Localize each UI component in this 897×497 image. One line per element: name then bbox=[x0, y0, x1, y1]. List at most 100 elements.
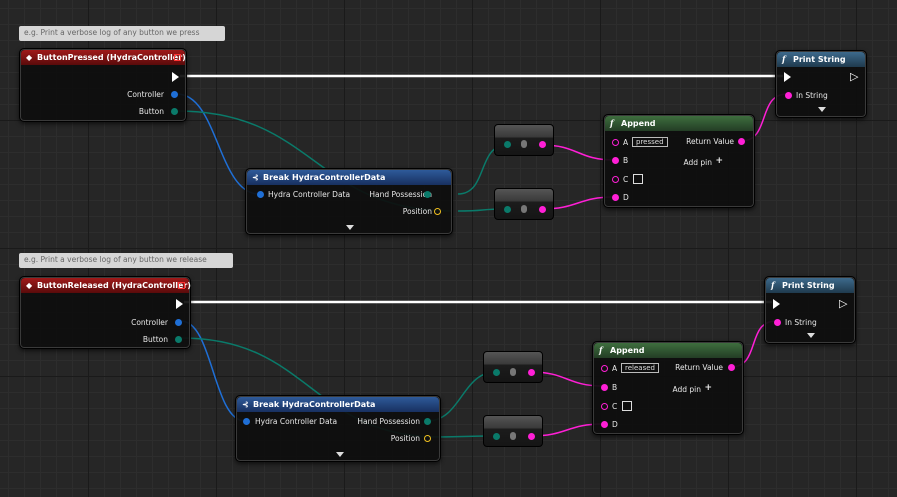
hydra-data-in-pin[interactable] bbox=[257, 191, 264, 198]
expand-arrow-icon[interactable] bbox=[818, 107, 826, 112]
append-a-input[interactable]: released bbox=[621, 363, 659, 373]
button-out-pin[interactable] bbox=[171, 108, 178, 115]
append-node-title: Append bbox=[621, 119, 656, 128]
exec-out-pin[interactable] bbox=[176, 299, 183, 309]
hand-possession-out-pin[interactable] bbox=[424, 191, 431, 198]
position-out-pin[interactable] bbox=[424, 435, 431, 442]
reroute-knot-icon bbox=[521, 140, 527, 148]
hand-possession-label: Hand Possession bbox=[357, 417, 420, 426]
reroute-node-3[interactable] bbox=[483, 351, 543, 383]
button-out-pin[interactable] bbox=[175, 336, 182, 343]
event-node-header: ◆ ButtonPressed (HydraController) bbox=[21, 50, 186, 65]
hand-possession-label: Hand Possession bbox=[369, 190, 432, 199]
function-f-icon: f bbox=[599, 345, 603, 355]
button-pin-label: Button bbox=[138, 107, 164, 116]
event-node-button-pressed[interactable]: ◆ ButtonPressed (HydraController) Contro… bbox=[19, 48, 187, 122]
append-b-pin[interactable] bbox=[612, 157, 619, 164]
append-c-pin[interactable] bbox=[612, 176, 619, 183]
break-node-header: ⊰ Break HydraControllerData bbox=[237, 397, 439, 412]
position-label: Position bbox=[402, 207, 432, 216]
position-out-pin[interactable] bbox=[434, 208, 441, 215]
in-string-label: In String bbox=[785, 318, 817, 327]
append-node-2[interactable]: f Append A released B C D Return Value A… bbox=[592, 341, 744, 435]
break-node-header: ⊰ Break HydraControllerData bbox=[247, 170, 451, 185]
break-struct-icon: ⊰ bbox=[252, 173, 259, 182]
append-c-label: C bbox=[623, 175, 629, 184]
hydra-data-label: Hydra Controller Data bbox=[268, 190, 351, 199]
append-d-pin[interactable] bbox=[612, 194, 619, 201]
exec-in-pin[interactable] bbox=[773, 299, 780, 309]
append-node-header: f Append bbox=[594, 343, 742, 358]
reroute-in-pin[interactable] bbox=[504, 141, 511, 148]
append-a-pin[interactable] bbox=[601, 365, 608, 372]
exec-in-pin[interactable] bbox=[784, 72, 791, 82]
append-c-pin[interactable] bbox=[601, 403, 608, 410]
print-node-header: f Print String bbox=[766, 278, 854, 293]
break-struct-icon: ⊰ bbox=[242, 400, 249, 409]
break-node-2[interactable]: ⊰ Break HydraControllerData Hydra Contro… bbox=[235, 395, 441, 462]
break-node-title: Break HydraControllerData bbox=[263, 173, 386, 182]
exec-out-pin[interactable]: ▷ bbox=[839, 298, 847, 309]
controller-out-pin[interactable] bbox=[175, 319, 182, 326]
hand-possession-out-pin[interactable] bbox=[424, 418, 431, 425]
append-c-input[interactable] bbox=[633, 174, 643, 184]
append-a-label: A bbox=[612, 364, 618, 373]
delegate-pin-icon[interactable] bbox=[178, 282, 185, 289]
return-value-out-pin[interactable] bbox=[728, 364, 735, 371]
append-a-input[interactable]: pressed bbox=[632, 137, 668, 147]
append-a-label: A bbox=[623, 138, 629, 147]
event-node-button-released[interactable]: ◆ ButtonReleased (HydraController) Contr… bbox=[19, 276, 191, 349]
print-string-node-2[interactable]: f Print String ▷ In String bbox=[764, 276, 856, 344]
reroute-out-pin[interactable] bbox=[528, 433, 535, 440]
reroute-out-pin[interactable] bbox=[528, 369, 535, 376]
return-value-label: Return Value bbox=[686, 137, 734, 146]
reroute-out-pin[interactable] bbox=[539, 206, 546, 213]
reroute-node-1[interactable] bbox=[494, 124, 554, 156]
exec-out-pin[interactable]: ▷ bbox=[850, 71, 858, 82]
reroute-knot-icon bbox=[521, 205, 527, 213]
event-diamond-icon: ◆ bbox=[26, 53, 33, 62]
reroute-in-pin[interactable] bbox=[493, 369, 500, 376]
print-string-node-1[interactable]: f Print String ▷ In String bbox=[775, 50, 867, 118]
append-c-label: C bbox=[612, 402, 618, 411]
append-b-pin[interactable] bbox=[601, 384, 608, 391]
in-string-label: In String bbox=[796, 91, 828, 100]
event-node-header: ◆ ButtonReleased (HydraController) bbox=[21, 278, 191, 293]
delegate-pin-icon[interactable] bbox=[174, 54, 181, 61]
plus-icon[interactable]: + bbox=[715, 157, 723, 166]
return-value-label: Return Value bbox=[675, 363, 723, 372]
blueprint-graph-canvas[interactable]: e.g. Print a verbose log of any button w… bbox=[0, 0, 897, 497]
append-b-label: B bbox=[612, 383, 618, 392]
exec-out-pin[interactable] bbox=[172, 72, 179, 82]
controller-out-pin[interactable] bbox=[171, 91, 178, 98]
add-pin-label[interactable]: Add pin bbox=[683, 158, 712, 167]
break-node-1[interactable]: ⊰ Break HydraControllerData Hydra Contro… bbox=[245, 168, 453, 235]
expand-arrow-icon[interactable] bbox=[346, 225, 354, 230]
return-value-out-pin[interactable] bbox=[738, 138, 745, 145]
expand-arrow-icon[interactable] bbox=[807, 333, 815, 338]
append-node-1[interactable]: f Append A pressed B C D Return Value Ad… bbox=[603, 114, 755, 208]
event-diamond-icon: ◆ bbox=[26, 281, 33, 290]
in-string-pin[interactable] bbox=[774, 319, 781, 326]
append-a-pin[interactable] bbox=[612, 139, 619, 146]
append-d-label: D bbox=[612, 420, 618, 429]
controller-pin-label: Controller bbox=[127, 90, 164, 99]
function-f-icon: f bbox=[782, 54, 786, 64]
comment-bubble[interactable]: e.g. Print a verbose log of any button w… bbox=[19, 26, 225, 41]
reroute-node-2[interactable] bbox=[494, 188, 554, 220]
in-string-pin[interactable] bbox=[785, 92, 792, 99]
expand-arrow-icon[interactable] bbox=[336, 452, 344, 457]
append-d-pin[interactable] bbox=[601, 421, 608, 428]
button-pin-label: Button bbox=[142, 335, 168, 344]
reroute-out-pin[interactable] bbox=[539, 141, 546, 148]
reroute-in-pin[interactable] bbox=[493, 433, 500, 440]
break-node-title: Break HydraControllerData bbox=[253, 400, 376, 409]
plus-icon[interactable]: + bbox=[704, 384, 712, 393]
reroute-node-4[interactable] bbox=[483, 415, 543, 447]
append-c-input[interactable] bbox=[622, 401, 632, 411]
hydra-data-in-pin[interactable] bbox=[243, 418, 250, 425]
comment-bubble[interactable]: e.g. Print a verbose log of any button w… bbox=[19, 253, 233, 268]
reroute-in-pin[interactable] bbox=[504, 206, 511, 213]
event-node-title: ButtonReleased (HydraController) bbox=[37, 281, 191, 290]
add-pin-label[interactable]: Add pin bbox=[672, 385, 701, 394]
